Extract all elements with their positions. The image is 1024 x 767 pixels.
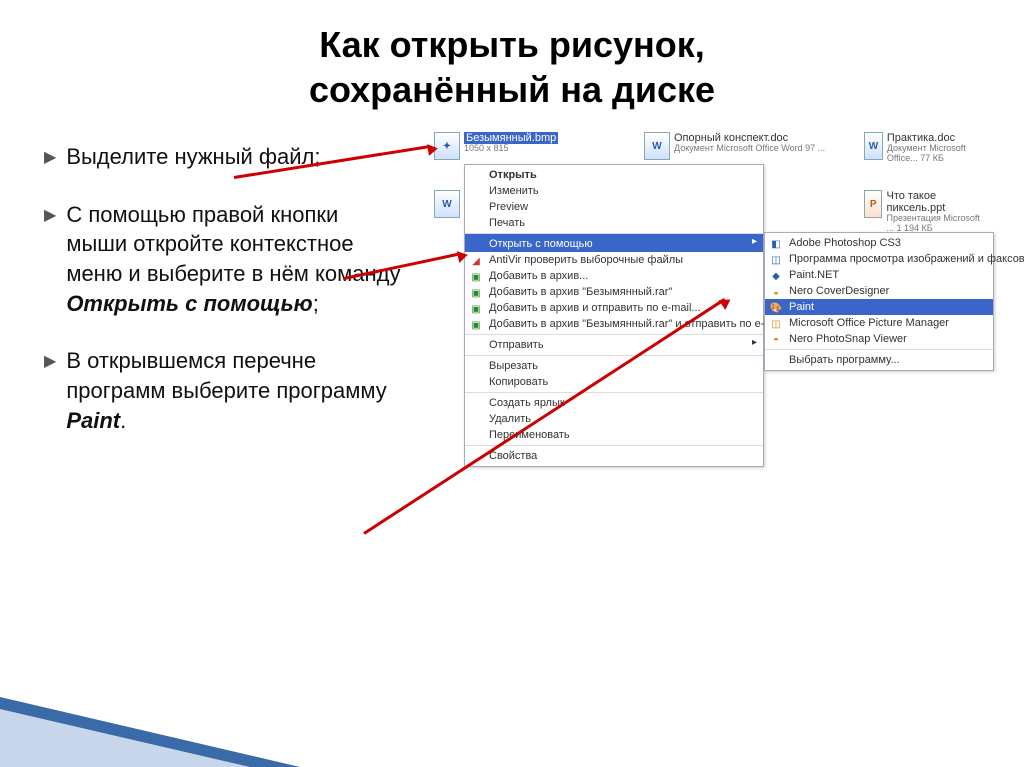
bullet-2-text: С помощью правой кнопки мыши откройте ко… — [66, 200, 404, 319]
bullet-list: ▶ Выделите нужный файл; ▶ С помощью прав… — [44, 132, 404, 562]
arrow-2-head-icon — [457, 249, 469, 263]
file-doc-1[interactable]: W Опорный конспект.doc Документ Microsof… — [644, 132, 825, 160]
doc-file-icon: W — [864, 132, 883, 160]
paintnet-icon: ◆ — [769, 269, 783, 283]
submenu-item-mspicture[interactable]: ◫Microsoft Office Picture Manager — [765, 315, 993, 331]
archive-icon: ▣ — [469, 286, 483, 300]
photoshop-icon: ◧ — [769, 237, 783, 251]
nero-icon: ◓ — [769, 333, 783, 347]
open-with-submenu: ◧Adobe Photoshop CS3 ◫Программа просмотр… — [764, 232, 994, 371]
title-line2: сохранённый на диске — [309, 69, 715, 110]
file-subtext: 1050 x 815 — [464, 144, 558, 154]
menu-item-open-with[interactable]: Открыть с помощью — [465, 233, 763, 252]
menu-item-send-to[interactable]: Отправить — [465, 334, 763, 353]
menu-item-open[interactable]: Открыть — [465, 167, 763, 183]
paint-icon: 🎨 — [769, 301, 783, 315]
menu-item-delete[interactable]: Удалить — [465, 411, 763, 427]
image-viewer-icon: ◫ — [769, 253, 783, 267]
bullet-2: ▶ С помощью правой кнопки мыши откройте … — [44, 200, 404, 319]
archive-icon: ▣ — [469, 270, 483, 284]
menu-item-print[interactable]: Печать — [465, 215, 763, 231]
menu-item-preview[interactable]: Preview — [465, 199, 763, 215]
content-row: ▶ Выделите нужный файл; ▶ С помощью прав… — [0, 112, 1024, 562]
file-extra[interactable]: W — [434, 190, 460, 218]
menu-item-antivir[interactable]: ◢AntiVir проверить выборочные файлы — [465, 252, 763, 268]
menu-item-add-send-named[interactable]: ▣Добавить в архив "Безымянный.rar" и отп… — [465, 316, 763, 332]
bullet-3: ▶ В открывшемся перечне программ выберит… — [44, 346, 404, 435]
menu-item-add-archive-named[interactable]: ▣Добавить в архив "Безымянный.rar" — [465, 284, 763, 300]
menu-item-edit[interactable]: Изменить — [465, 183, 763, 199]
slide-corner-decoration-light — [0, 709, 250, 767]
arrow-1-head-icon — [427, 143, 439, 156]
nero-icon: ◒ — [769, 285, 783, 299]
context-menu: Открыть Изменить Preview Печать Открыть … — [464, 164, 764, 467]
menu-item-copy[interactable]: Копировать — [465, 374, 763, 390]
ppt-file-icon: P — [864, 190, 882, 218]
file-name: Что такое пиксель.ppt — [886, 190, 984, 214]
screenshot-area: ✦ Безымянный.bmp 1050 x 815 W Опорный ко… — [404, 132, 984, 562]
submenu-item-photoshop[interactable]: ◧Adobe Photoshop CS3 — [765, 235, 993, 251]
file-bmp[interactable]: ✦ Безымянный.bmp 1050 x 815 — [434, 132, 558, 160]
submenu-item-paintnet[interactable]: ◆Paint.NET — [765, 267, 993, 283]
shield-icon: ◢ — [469, 254, 483, 268]
file-subtext: Документ Microsoft Office... 77 КБ — [887, 144, 984, 164]
bullet-marker-icon: ▶ — [44, 351, 56, 435]
submenu-item-nerops[interactable]: ◓Nero PhotoSnap Viewer — [765, 331, 993, 347]
title-line1: Как открыть рисунок, — [319, 24, 705, 65]
bullet-marker-icon: ▶ — [44, 147, 56, 172]
submenu-item-paint[interactable]: 🎨Paint — [765, 299, 993, 315]
archive-icon: ▣ — [469, 318, 483, 332]
submenu-item-nerocd[interactable]: ◒Nero CoverDesigner — [765, 283, 993, 299]
submenu-item-choose[interactable]: Выбрать программу... — [765, 349, 993, 368]
file-subtext: Презентация Microsoft ... 1 194 КБ — [886, 214, 984, 234]
menu-item-add-archive[interactable]: ▣Добавить в архив... — [465, 268, 763, 284]
file-ppt[interactable]: P Что такое пиксель.ppt Презентация Micr… — [864, 190, 984, 234]
file-doc-2[interactable]: W Практика.doc Документ Microsoft Office… — [864, 132, 984, 164]
submenu-item-viewer[interactable]: ◫Программа просмотра изображений и факсо… — [765, 251, 993, 267]
bullet-3-text: В открывшемся перечне программ выберите … — [66, 346, 404, 435]
bmp-file-icon: ✦ — [434, 132, 460, 160]
mspicture-icon: ◫ — [769, 317, 783, 331]
file-subtext: Документ Microsoft Office Word 97 ... — [674, 144, 825, 154]
doc-file-icon: W — [434, 190, 460, 218]
doc-file-icon: W — [644, 132, 670, 160]
archive-icon: ▣ — [469, 302, 483, 316]
page-title: Как открыть рисунок, сохранённый на диск… — [0, 0, 1024, 112]
menu-item-shortcut[interactable]: Создать ярлык — [465, 392, 763, 411]
bullet-marker-icon: ▶ — [44, 205, 56, 319]
menu-item-properties[interactable]: Свойства — [465, 445, 763, 464]
